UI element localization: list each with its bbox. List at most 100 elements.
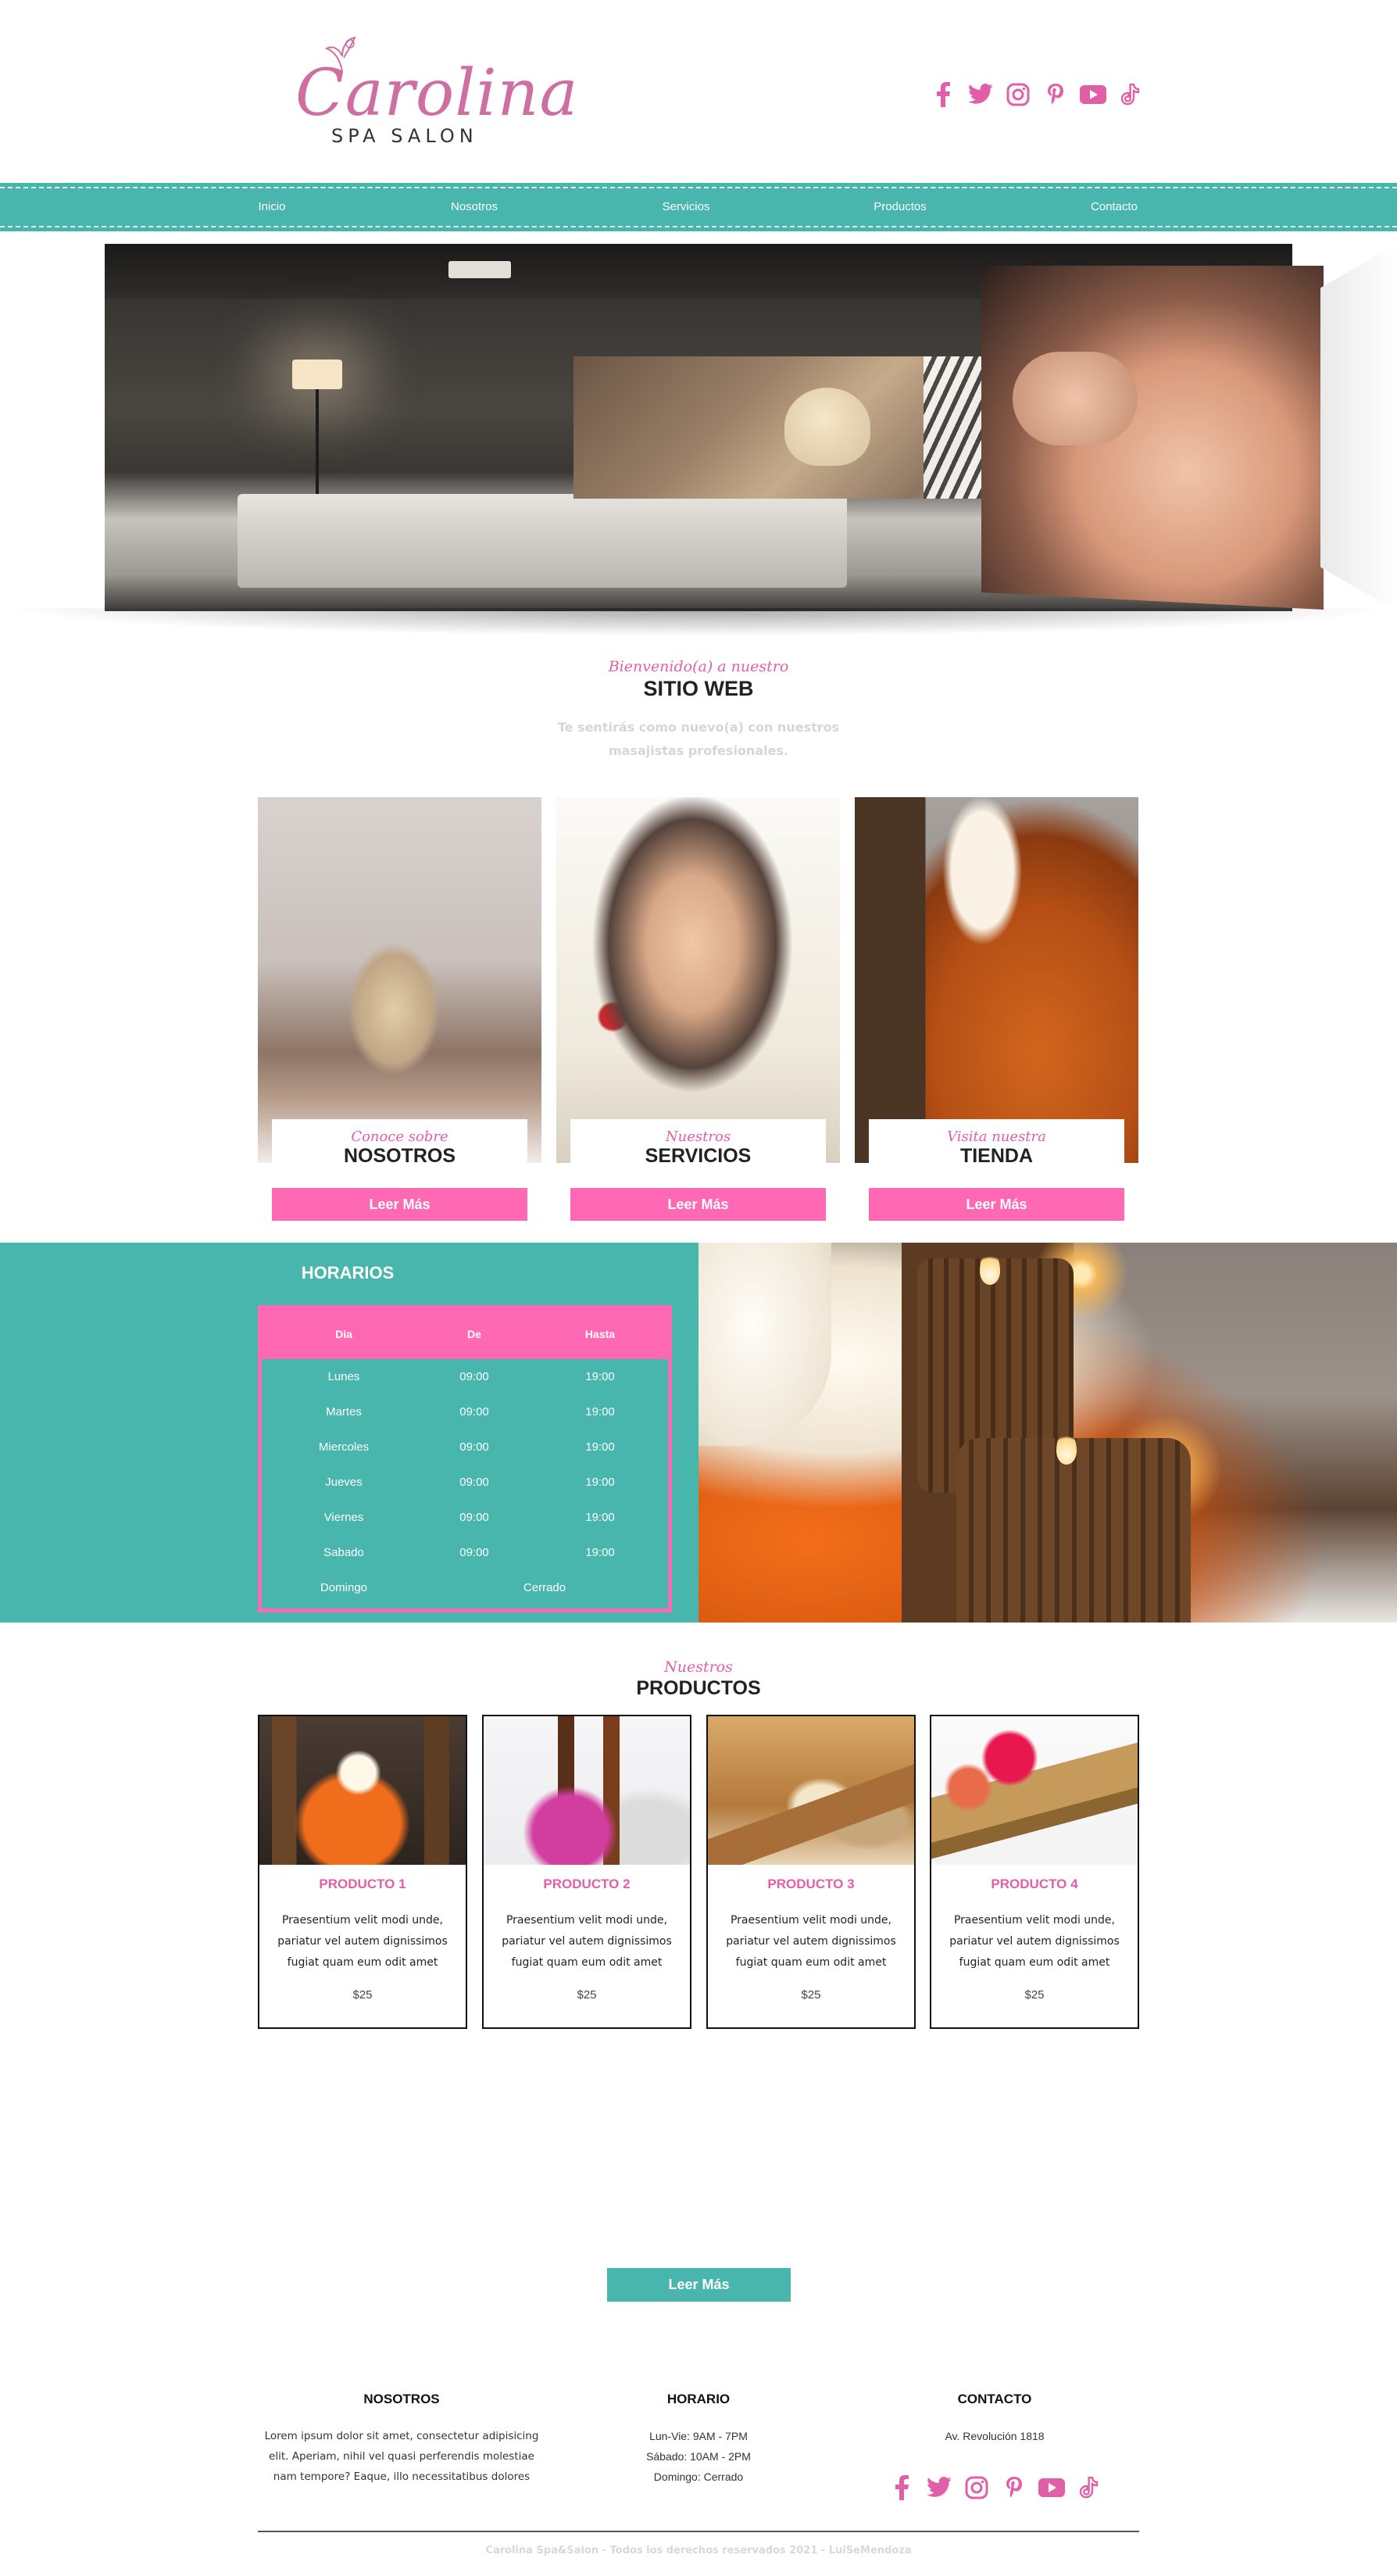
card-title: SERVICIOS xyxy=(645,1145,752,1167)
row-to: 19:00 xyxy=(585,1546,615,1559)
instagram-icon[interactable] xyxy=(1005,81,1031,108)
tiktok-icon[interactable] xyxy=(1076,2474,1102,2501)
social-links-header xyxy=(930,81,1144,108)
card-servicios: Nuestros SERVICIOS Leer Más xyxy=(556,797,840,1221)
product-card[interactable]: PRODUCTO 2 Praesentium velit modi unde, … xyxy=(482,1715,691,2029)
pinterest-icon[interactable] xyxy=(1042,81,1069,108)
header-dia: Dia xyxy=(335,1328,352,1340)
footer-address: Av. Revolución 1818 xyxy=(945,2430,1045,2442)
card-script: Nuestros xyxy=(665,1129,731,1145)
row-to: 19:00 xyxy=(585,1405,615,1419)
row-to: 19:00 xyxy=(585,1511,615,1524)
table-row: Viernes 09:00 19:00 xyxy=(262,1500,668,1535)
nav-item-productos[interactable]: Productos xyxy=(874,200,927,213)
card-title: TIENDA xyxy=(959,1145,1034,1167)
nav-item-inicio[interactable]: Inicio xyxy=(258,200,285,213)
card-script: Visita nuestra xyxy=(947,1129,1046,1145)
product-card[interactable]: PRODUCTO 3 Praesentium velit modi unde, … xyxy=(706,1715,916,2029)
table-row: Miercoles 09:00 19:00 xyxy=(262,1429,668,1465)
row-to: 19:00 xyxy=(585,1370,615,1383)
read-more-button[interactable]: Leer Más xyxy=(869,1188,1124,1221)
card-script: Conoce sobre xyxy=(351,1129,448,1145)
hours-panel: HORARIOS Dia De Hasta Lunes 09:00 19:00 … xyxy=(0,1243,698,1623)
hours-image-candles xyxy=(698,1243,1397,1623)
row-from: 09:00 xyxy=(459,1370,489,1383)
logo[interactable]: Carolina SPA SALON xyxy=(291,34,577,152)
twitter-icon[interactable] xyxy=(967,81,994,108)
table-row: Lunes 09:00 19:00 xyxy=(262,1359,668,1394)
hero-slider[interactable] xyxy=(0,244,1397,636)
product-image xyxy=(484,1716,690,1865)
header-de: De xyxy=(467,1328,481,1340)
instagram-icon[interactable] xyxy=(963,2474,990,2501)
product-card[interactable]: PRODUCTO 1 Praesentium velit modi unde, … xyxy=(258,1715,467,2029)
footer-hours: Lun-Vie: 9AM - 7PM Sábado: 10AM - 2PM Do… xyxy=(581,2426,816,2487)
card-title: NOSOTROS xyxy=(343,1145,456,1167)
product-name: PRODUCTO 1 xyxy=(319,1877,406,1891)
product-price: $25 xyxy=(1024,1988,1045,2002)
nav-item-servicios[interactable]: Servicios xyxy=(663,200,710,213)
logo-subtitle: SPA SALON xyxy=(331,125,478,147)
facebook-icon[interactable] xyxy=(930,81,956,108)
hours-table-header: Dia De Hasta xyxy=(262,1309,668,1359)
nav-item-nosotros[interactable]: Nosotros xyxy=(451,200,498,213)
product-price: $25 xyxy=(352,1988,373,2002)
pinterest-icon[interactable] xyxy=(1001,2474,1027,2501)
hours-section: HORARIOS Dia De Hasta Lunes 09:00 19:00 … xyxy=(0,1243,1397,1623)
row-day: Martes xyxy=(326,1405,362,1419)
row-day: Viernes xyxy=(323,1511,364,1524)
product-card[interactable]: PRODUCTO 4 Praesentium velit modi unde, … xyxy=(930,1715,1139,2029)
card-caption: Nuestros SERVICIOS xyxy=(570,1119,826,1190)
product-name: PRODUCTO 2 xyxy=(543,1877,631,1891)
row-day: Miercoles xyxy=(318,1440,370,1454)
row-closed: Cerrado xyxy=(523,1581,566,1594)
row-from: 09:00 xyxy=(459,1440,489,1454)
hours-title: HORARIOS xyxy=(301,1263,395,1283)
product-description: Praesentium velit modi unde, pariatur ve… xyxy=(502,1914,672,1969)
tiktok-icon[interactable] xyxy=(1117,81,1144,108)
row-from: 09:00 xyxy=(459,1405,489,1419)
card-tienda: Visita nuestra TIENDA Leer Más xyxy=(855,797,1138,1221)
welcome-script: Bienvenido(a) a nuestro xyxy=(608,658,789,675)
product-image xyxy=(259,1716,466,1865)
card-caption: Conoce sobre NOSOTROS xyxy=(272,1119,527,1190)
product-image xyxy=(931,1716,1138,1865)
nav-item-contacto[interactable]: Contacto xyxy=(1091,200,1138,213)
footer-hours-line: Lun-Vie: 9AM - 7PM xyxy=(649,2430,748,2442)
facebook-icon[interactable] xyxy=(888,2474,915,2501)
card-nosotros: Conoce sobre NOSOTROS Leer Más xyxy=(258,797,541,1221)
footer-about-text: Lorem ipsum dolor sit amet, consectetur … xyxy=(264,2430,539,2483)
social-links-footer xyxy=(888,2474,1102,2501)
hours-table: Dia De Hasta Lunes 09:00 19:00 Martes 09… xyxy=(258,1305,672,1612)
product-description: Praesentium velit modi unde, pariatur ve… xyxy=(277,1914,448,1969)
row-day: Jueves xyxy=(325,1476,363,1489)
products-more-button[interactable]: Leer Más xyxy=(607,2268,791,2302)
read-more-button[interactable]: Leer Más xyxy=(570,1188,826,1221)
row-from: 09:00 xyxy=(459,1476,489,1489)
product-image xyxy=(708,1716,914,1865)
card-image-candles xyxy=(855,797,1138,1163)
footer-copyright: Carolina Spa&Salon - Todos los derechos … xyxy=(485,2545,912,2556)
site-header: Carolina SPA SALON xyxy=(0,0,1397,183)
youtube-icon[interactable] xyxy=(1038,2474,1065,2501)
table-row: Jueves 09:00 19:00 xyxy=(262,1465,668,1500)
product-price: $25 xyxy=(801,1988,821,2002)
card-image-towel-swan xyxy=(258,797,541,1163)
products-script: Nuestros xyxy=(664,1658,733,1676)
read-more-button[interactable]: Leer Más xyxy=(272,1188,527,1221)
table-row: Martes 09:00 19:00 xyxy=(262,1394,668,1429)
hero-slide-edge xyxy=(1320,244,1397,611)
product-description: Praesentium velit modi unde, pariatur ve… xyxy=(726,1914,896,1969)
footer-hours-line: Domingo: Cerrado xyxy=(653,2470,744,2483)
header-hasta: Hasta xyxy=(584,1328,616,1340)
row-from: 09:00 xyxy=(459,1511,489,1524)
product-name: PRODUCTO 4 xyxy=(991,1877,1078,1891)
youtube-icon[interactable] xyxy=(1080,81,1106,108)
logo-script: Carolina xyxy=(295,56,579,131)
footer-hours-title: HORARIO xyxy=(666,2392,731,2406)
product-name: PRODUCTO 3 xyxy=(767,1877,855,1891)
row-day: Lunes xyxy=(327,1370,360,1383)
twitter-icon[interactable] xyxy=(926,2474,952,2501)
row-day: Sabado xyxy=(323,1546,364,1559)
product-price: $25 xyxy=(577,1988,597,2002)
